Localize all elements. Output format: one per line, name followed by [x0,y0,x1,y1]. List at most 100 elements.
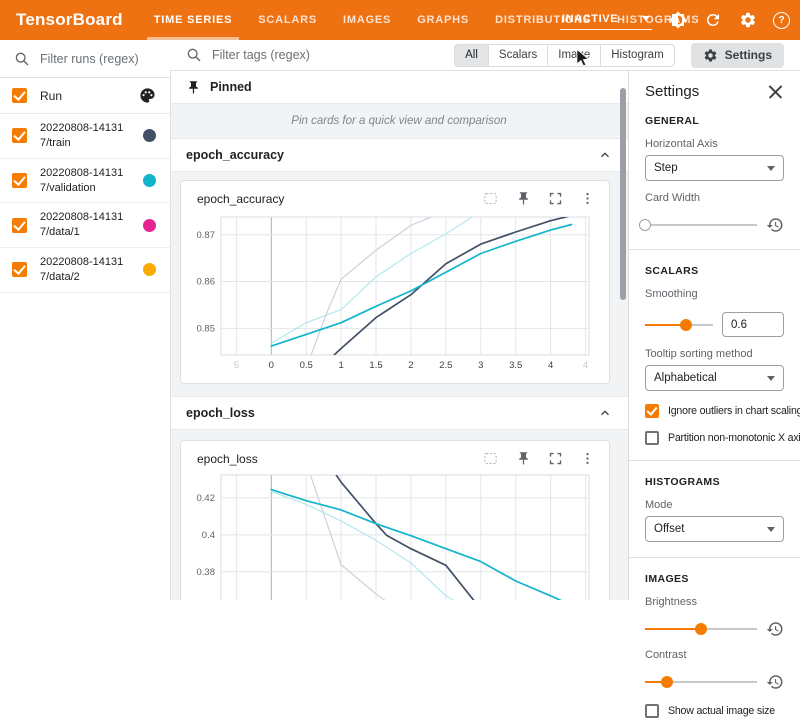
select-all-runs-checkbox[interactable] [12,88,27,103]
svg-text:0.42: 0.42 [197,493,216,504]
tab-images[interactable]: IMAGES [330,0,404,40]
svg-text:4: 4 [548,360,553,371]
ignore-outliers-row[interactable]: Ignore outliers in chart scaling [645,404,784,418]
run-checkbox[interactable] [12,218,27,233]
more-options-icon[interactable] [580,451,595,466]
brightness-label: Brightness [645,596,784,608]
svg-text:3.5: 3.5 [509,360,522,371]
tooltip-sorting-label: Tooltip sorting method [645,348,784,360]
svg-text:0: 0 [269,360,274,371]
run-label: 20220808-141317/train [40,121,132,151]
tab-time-series[interactable]: TIME SERIES [141,0,245,40]
histogram-mode-select[interactable]: Offset [645,516,784,542]
svg-text:0.87: 0.87 [197,230,216,241]
settings-panel-title: Settings [645,83,699,100]
line-chart-epoch-loss[interactable]: 0.360.380.40.42 [183,471,605,600]
svg-text:0.85: 0.85 [197,323,216,334]
histogram-mode-label: Mode [645,499,784,511]
tooltip-sorting-value: Alphabetical [654,372,717,384]
main-scrollbar[interactable] [620,88,626,300]
gear-icon[interactable] [738,11,757,30]
run-row-data-2[interactable]: 20220808-141317/data/2 [0,248,170,293]
histograms-heading: HISTOGRAMS [645,476,784,488]
app-header: TensorBoard TIME SERIES SCALARS IMAGES G… [0,0,800,40]
section-epoch-accuracy[interactable]: epoch_accuracy [170,138,628,172]
reset-icon[interactable] [766,673,784,691]
reload-mode-select[interactable]: INACTIVE [560,11,652,30]
contrast-slider[interactable] [645,681,757,683]
card-width-label: Card Width [645,192,784,204]
runs-header-row: Run [0,78,170,114]
partition-x-checkbox[interactable] [645,431,659,445]
chevron-up-icon[interactable] [598,148,612,162]
run-row-train[interactable]: 20220808-141317/train [0,114,170,159]
brightness-icon[interactable] [668,11,687,30]
run-label: 20220808-141317/data/1 [40,210,132,240]
pinned-title: Pinned [210,80,252,94]
chevron-down-icon [642,16,650,21]
brightness-slider[interactable] [645,628,757,630]
ignore-outliers-checkbox[interactable] [645,404,659,418]
refresh-icon[interactable] [703,11,722,30]
tag-filter-bar: Filter tags (regex) All Scalars Image Hi… [170,40,800,71]
svg-text:3: 3 [478,360,483,371]
smoothing-value-input[interactable]: 0.6 [722,312,784,337]
smoothing-label: Smoothing [645,288,784,300]
fullscreen-icon[interactable] [548,451,563,466]
run-checkbox[interactable] [12,262,27,277]
tooltip-sorting-select[interactable]: Alphabetical [645,365,784,391]
filter-tags-input[interactable]: Filter tags (regex) [186,47,454,63]
svg-text:5: 5 [234,360,239,371]
run-row-data-1[interactable]: 20220808-141317/data/1 [0,203,170,248]
horizontal-axis-label: Horizontal Axis [645,138,784,150]
chevron-down-icon [767,527,775,532]
tab-scalars[interactable]: SCALARS [245,0,330,40]
svg-text:4: 4 [583,360,588,371]
reset-icon[interactable] [766,216,784,234]
run-checkbox[interactable] [12,173,27,188]
close-icon[interactable] [768,84,784,100]
show-actual-size-row[interactable]: Show actual image size [645,704,784,718]
partition-x-label: Partition non-monotonic X axis [668,432,800,444]
histogram-mode-value: Offset [654,523,684,535]
fit-to-data-icon[interactable] [482,450,499,467]
svg-text:0.38: 0.38 [197,567,216,578]
filter-image-button[interactable]: Image [547,44,601,67]
pinned-empty-hint: Pin cards for a quick view and compariso… [170,104,628,138]
filter-histogram-button[interactable]: Histogram [600,44,674,67]
search-icon [14,51,30,67]
filter-runs-input[interactable]: Filter runs (regex) [0,40,170,78]
more-options-icon[interactable] [580,191,595,206]
run-checkbox[interactable] [12,128,27,143]
help-icon[interactable]: ? [773,12,790,29]
run-row-validation[interactable]: 20220808-141317/validation [0,159,170,204]
general-heading: GENERAL [645,115,784,127]
fullscreen-icon[interactable] [548,191,563,206]
filter-scalars-button[interactable]: Scalars [488,44,548,67]
search-icon [186,47,202,63]
settings-button[interactable]: Settings [691,43,784,68]
section-epoch-loss[interactable]: epoch_loss [170,396,628,430]
show-actual-size-checkbox[interactable] [645,704,659,718]
line-chart-epoch-accuracy[interactable]: 0.850.860.8700.511.522.533.5454 [183,211,605,380]
palette-icon[interactable] [139,87,156,104]
pin-icon[interactable] [516,451,531,466]
pin-icon[interactable] [516,191,531,206]
svg-text:0.86: 0.86 [197,277,216,288]
reset-icon[interactable] [766,620,784,638]
pinned-section-header[interactable]: Pinned [170,71,628,104]
chevron-up-icon[interactable] [598,406,612,420]
fit-to-data-icon[interactable] [482,190,499,207]
tab-graphs[interactable]: GRAPHS [404,0,482,40]
horizontal-axis-select[interactable]: Step [645,155,784,181]
show-actual-size-label: Show actual image size [668,705,775,717]
svg-text:2.5: 2.5 [439,360,452,371]
smoothing-slider[interactable] [645,324,713,326]
runs-sidebar: Filter runs (regex) Run 20220808-141317/… [0,40,171,600]
filter-runs-placeholder: Filter runs (regex) [40,52,139,66]
run-color-dot [143,219,156,232]
section-title: epoch_accuracy [186,148,284,162]
filter-all-button[interactable]: All [454,44,489,67]
partition-x-row[interactable]: Partition non-monotonic X axis ? [645,431,784,445]
card-width-slider[interactable] [645,224,757,226]
